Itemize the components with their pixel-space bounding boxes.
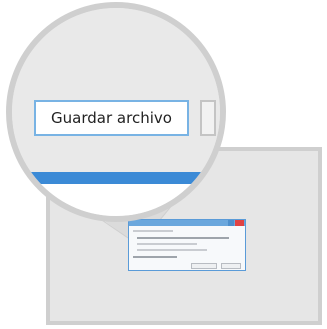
- illustration: Guardar archivo: [0, 0, 327, 329]
- dialog-text-line: [137, 249, 207, 251]
- dialog-text-line: [137, 243, 197, 245]
- magnifier-lens: Guardar archivo: [6, 2, 226, 222]
- dialog-titlebar: [129, 220, 245, 226]
- dialog-text-line: [137, 237, 229, 239]
- mini-cancel-button: [221, 263, 241, 269]
- minimize-icon: [228, 220, 234, 226]
- mini-save-button: [191, 263, 217, 269]
- blue-accent-bar: [12, 172, 220, 184]
- dialog-text-line: [133, 256, 177, 258]
- save-file-button[interactable]: Guardar archivo: [34, 100, 189, 136]
- close-icon: [235, 220, 244, 226]
- adjacent-button-edge[interactable]: [200, 100, 216, 136]
- dialog-text-line: [133, 230, 173, 232]
- download-dialog-thumbnail: [128, 219, 246, 271]
